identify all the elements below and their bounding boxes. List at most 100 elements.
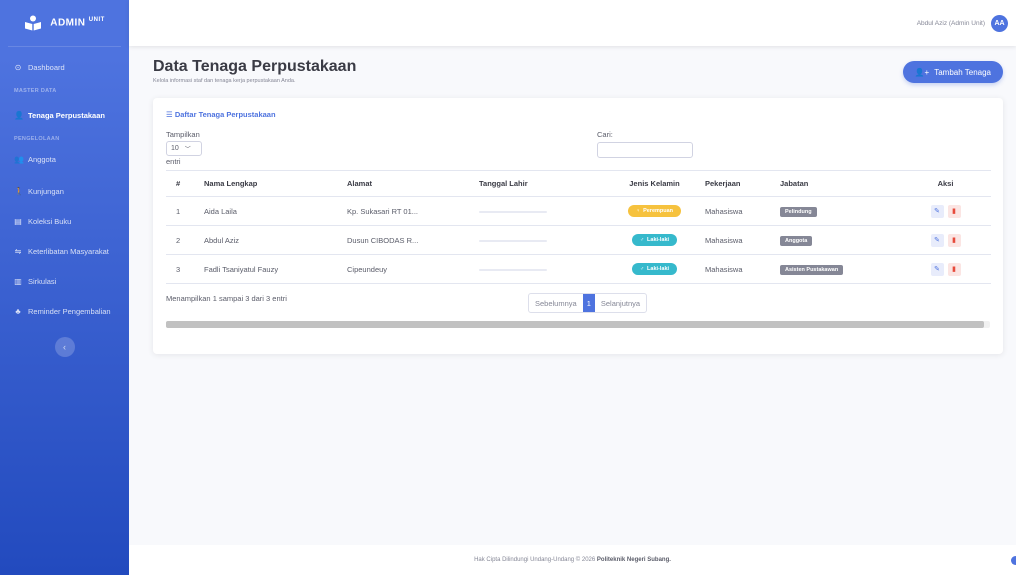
edit-icon: ✎ <box>934 266 940 273</box>
cell-actions: ✎ ▮ <box>900 225 991 255</box>
sidebar-item-label: Keterlibatan Masyarakat <box>28 246 109 256</box>
tenaga-card: ☰ Daftar Tenaga Perpustakaan Tampilkan 1… <box>153 98 1003 354</box>
cell-name: Abdul Aziz <box>204 225 347 255</box>
next-page-button[interactable]: Selanjutnya <box>595 294 646 312</box>
exchange-icon: ▥ <box>14 276 22 286</box>
table-footer: Menampilkan 1 sampai 3 dari 3 entri Sebe… <box>166 284 990 318</box>
cell-position: Asisten Pustakawan <box>780 254 900 284</box>
gender-badge: ♀ Perempuan <box>627 205 682 217</box>
horizontal-scrollbar[interactable] <box>166 321 990 328</box>
sidebar-item-dashboard[interactable]: ⊙ Dashboard <box>0 53 129 81</box>
blurred-birthdate <box>479 268 547 271</box>
edit-button[interactable]: ✎ <box>930 262 944 276</box>
col-address[interactable]: Alamat <box>347 170 479 197</box>
cell-position: Anggota <box>780 225 900 255</box>
search-block: Cari: <box>597 130 693 158</box>
page-footer: Hak Cipta Dilindungi Undang-Undang © 202… <box>129 545 1016 575</box>
male-icon: ♂ <box>639 237 645 243</box>
cell-name: Fadli Tsaniyatul Fauzy <box>204 254 347 284</box>
sidebar-item-label: Dashboard <box>28 62 65 72</box>
blurred-birthdate <box>479 210 547 213</box>
male-icon: ♂ <box>639 266 645 272</box>
list-icon: ☰ <box>166 110 173 119</box>
female-icon: ♀ <box>635 208 641 214</box>
dashboard-icon: ⊙ <box>14 62 22 72</box>
user-plus-icon: 👤+ <box>914 67 930 77</box>
col-actions: Aksi <box>900 170 991 197</box>
sidebar-item-label: Sirkulasi <box>28 276 57 286</box>
cell-number: 1 <box>166 196 204 226</box>
user-name[interactable]: Abdul Aziz (Admin Unit) <box>917 20 985 27</box>
table-row: 3 Fadli Tsaniyatul Fauzy Cipeundeuy ♂ Lak… <box>166 254 991 284</box>
sidebar-item-keterlibatan[interactable]: ⇋ Keterlibatan Masyarakat <box>0 237 129 265</box>
chevron-down-icon: ﹀ <box>184 147 191 153</box>
cell-birthdate <box>479 196 604 226</box>
delete-button[interactable]: ▮ <box>947 233 961 247</box>
users-icon: 👥 <box>14 154 24 164</box>
main-content: Data Tenaga Perpustakaan Kelola informas… <box>153 46 1003 354</box>
col-birthdate[interactable]: Tanggal Lahir <box>479 170 604 197</box>
table-row: 2 Abdul Aziz Dusun CIBODAS R... ♂ Laki-la… <box>166 225 991 255</box>
cell-birthdate <box>479 254 604 284</box>
sidebar-item-label: Tenaga Perpustakaan <box>28 110 105 120</box>
edit-icon: ✎ <box>934 237 940 244</box>
sidebar-toggle-button[interactable]: ‹ <box>54 337 75 357</box>
col-number[interactable]: # <box>166 170 204 197</box>
cell-number: 2 <box>166 225 204 255</box>
delete-button[interactable]: ▮ <box>947 204 961 218</box>
cell-gender: ♂ Laki-laki <box>604 225 705 255</box>
edit-button[interactable]: ✎ <box>930 204 944 218</box>
sidebar-item-anggota[interactable]: 👥 Anggota <box>0 145 129 173</box>
search-input[interactable] <box>597 142 693 158</box>
cell-name: Aida Laila <box>204 196 347 226</box>
handshake-icon: ⇋ <box>14 246 22 256</box>
brand-name: ADMIN UNIT <box>50 17 105 29</box>
sidebar-item-sirkulasi[interactable]: ▥ Sirkulasi <box>0 267 129 295</box>
cell-address: Kp. Sukasari RT 01... <box>347 196 479 226</box>
sidebar-item-koleksi-buku[interactable]: ▤ Koleksi Buku <box>0 207 129 235</box>
visit-icon: 🚶 <box>14 186 24 196</box>
page-1-button[interactable]: 1 <box>582 294 595 312</box>
sidebar-item-label: Koleksi Buku <box>28 216 72 226</box>
sidebar-heading-master: MASTER DATA <box>14 88 57 94</box>
cell-gender: ♀ Perempuan <box>604 196 705 226</box>
sidebar-item-label: Reminder Pengembalian <box>28 306 111 316</box>
gender-badge: ♂ Laki-laki <box>631 263 678 275</box>
trash-icon: ▮ <box>952 208 956 215</box>
edit-button[interactable]: ✎ <box>930 233 944 247</box>
page-title: Data Tenaga Perpustakaan <box>153 58 357 75</box>
show-label: Tampilkan <box>166 130 200 139</box>
col-job[interactable]: Pekerjaan <box>705 170 780 197</box>
cell-number: 3 <box>166 254 204 284</box>
sidebar-item-tenaga[interactable]: 👤 Tenaga Perpustakaan <box>0 101 129 129</box>
book-icon: ▤ <box>14 216 22 226</box>
table-row: 1 Aida Laila Kp. Sukasari RT 01... ♀ Pere… <box>166 196 991 226</box>
col-gender[interactable]: Jenis Kelamin <box>604 170 705 197</box>
cell-address: Dusun CIBODAS R... <box>347 225 479 255</box>
brand[interactable]: ADMIN UNIT <box>0 0 129 46</box>
page-subtitle: Kelola informasi staf dan tenaga kerja p… <box>153 78 296 84</box>
page-length: Tampilkan 10 ﹀ entri <box>166 130 202 170</box>
avatar[interactable]: AA <box>991 14 1008 32</box>
trash-icon: ▮ <box>952 237 956 244</box>
entries-label: entri <box>166 157 181 166</box>
delete-button[interactable]: ▮ <box>947 262 961 276</box>
chevron-left-icon: ‹ <box>63 342 66 352</box>
cell-gender: ♂ Laki-laki <box>604 254 705 284</box>
search-label: Cari: <box>597 130 613 139</box>
cell-position: Pelindung <box>780 196 900 226</box>
position-badge: Anggota <box>780 235 813 246</box>
sidebar-divider <box>8 46 121 47</box>
add-tenaga-button[interactable]: 👤+ Tambah Tenaga <box>902 61 1003 83</box>
col-position[interactable]: Jabatan <box>780 170 900 197</box>
prev-page-button[interactable]: Sebelumnya <box>529 294 583 312</box>
sidebar-item-reminder[interactable]: ♣ Reminder Pengembalian <box>0 297 129 325</box>
scroll-top-button[interactable] <box>1011 556 1016 565</box>
reader-icon <box>25 15 42 31</box>
scrollbar-thumb[interactable] <box>166 321 984 328</box>
cell-actions: ✎ ▮ <box>900 196 991 226</box>
page-length-select[interactable]: 10 ﹀ <box>166 141 202 156</box>
col-name[interactable]: Nama Lengkap <box>204 170 347 197</box>
sidebar-item-kunjungan[interactable]: 🚶 Kunjungan <box>0 177 129 205</box>
tenaga-table: # Nama Lengkap Alamat Tanggal Lahir Jeni… <box>166 170 991 284</box>
